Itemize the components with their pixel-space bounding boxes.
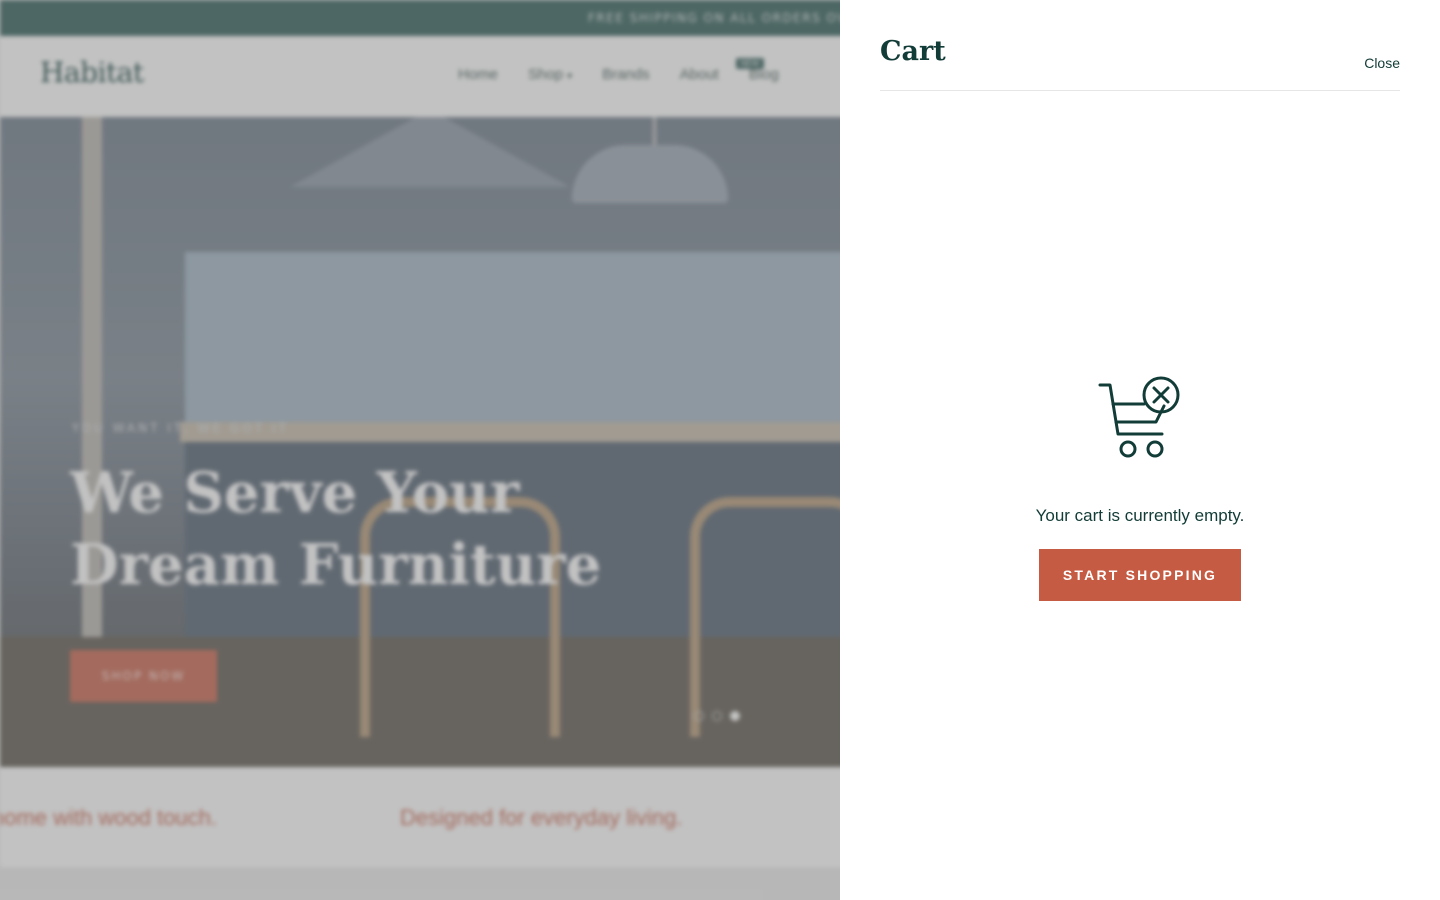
close-cart-button[interactable]: Close xyxy=(1364,55,1400,71)
cart-title: Cart xyxy=(880,36,946,67)
empty-cart-state: Your cart is currently empty. START SHOP… xyxy=(840,376,1440,601)
divider xyxy=(880,90,1400,91)
empty-cart-message: Your cart is currently empty. xyxy=(1035,506,1245,525)
empty-cart-icon xyxy=(1098,376,1180,458)
cart-drawer: Cart Close Your cart is currently empty.… xyxy=(840,0,1440,900)
start-shopping-button[interactable]: START SHOPPING xyxy=(1039,549,1241,601)
